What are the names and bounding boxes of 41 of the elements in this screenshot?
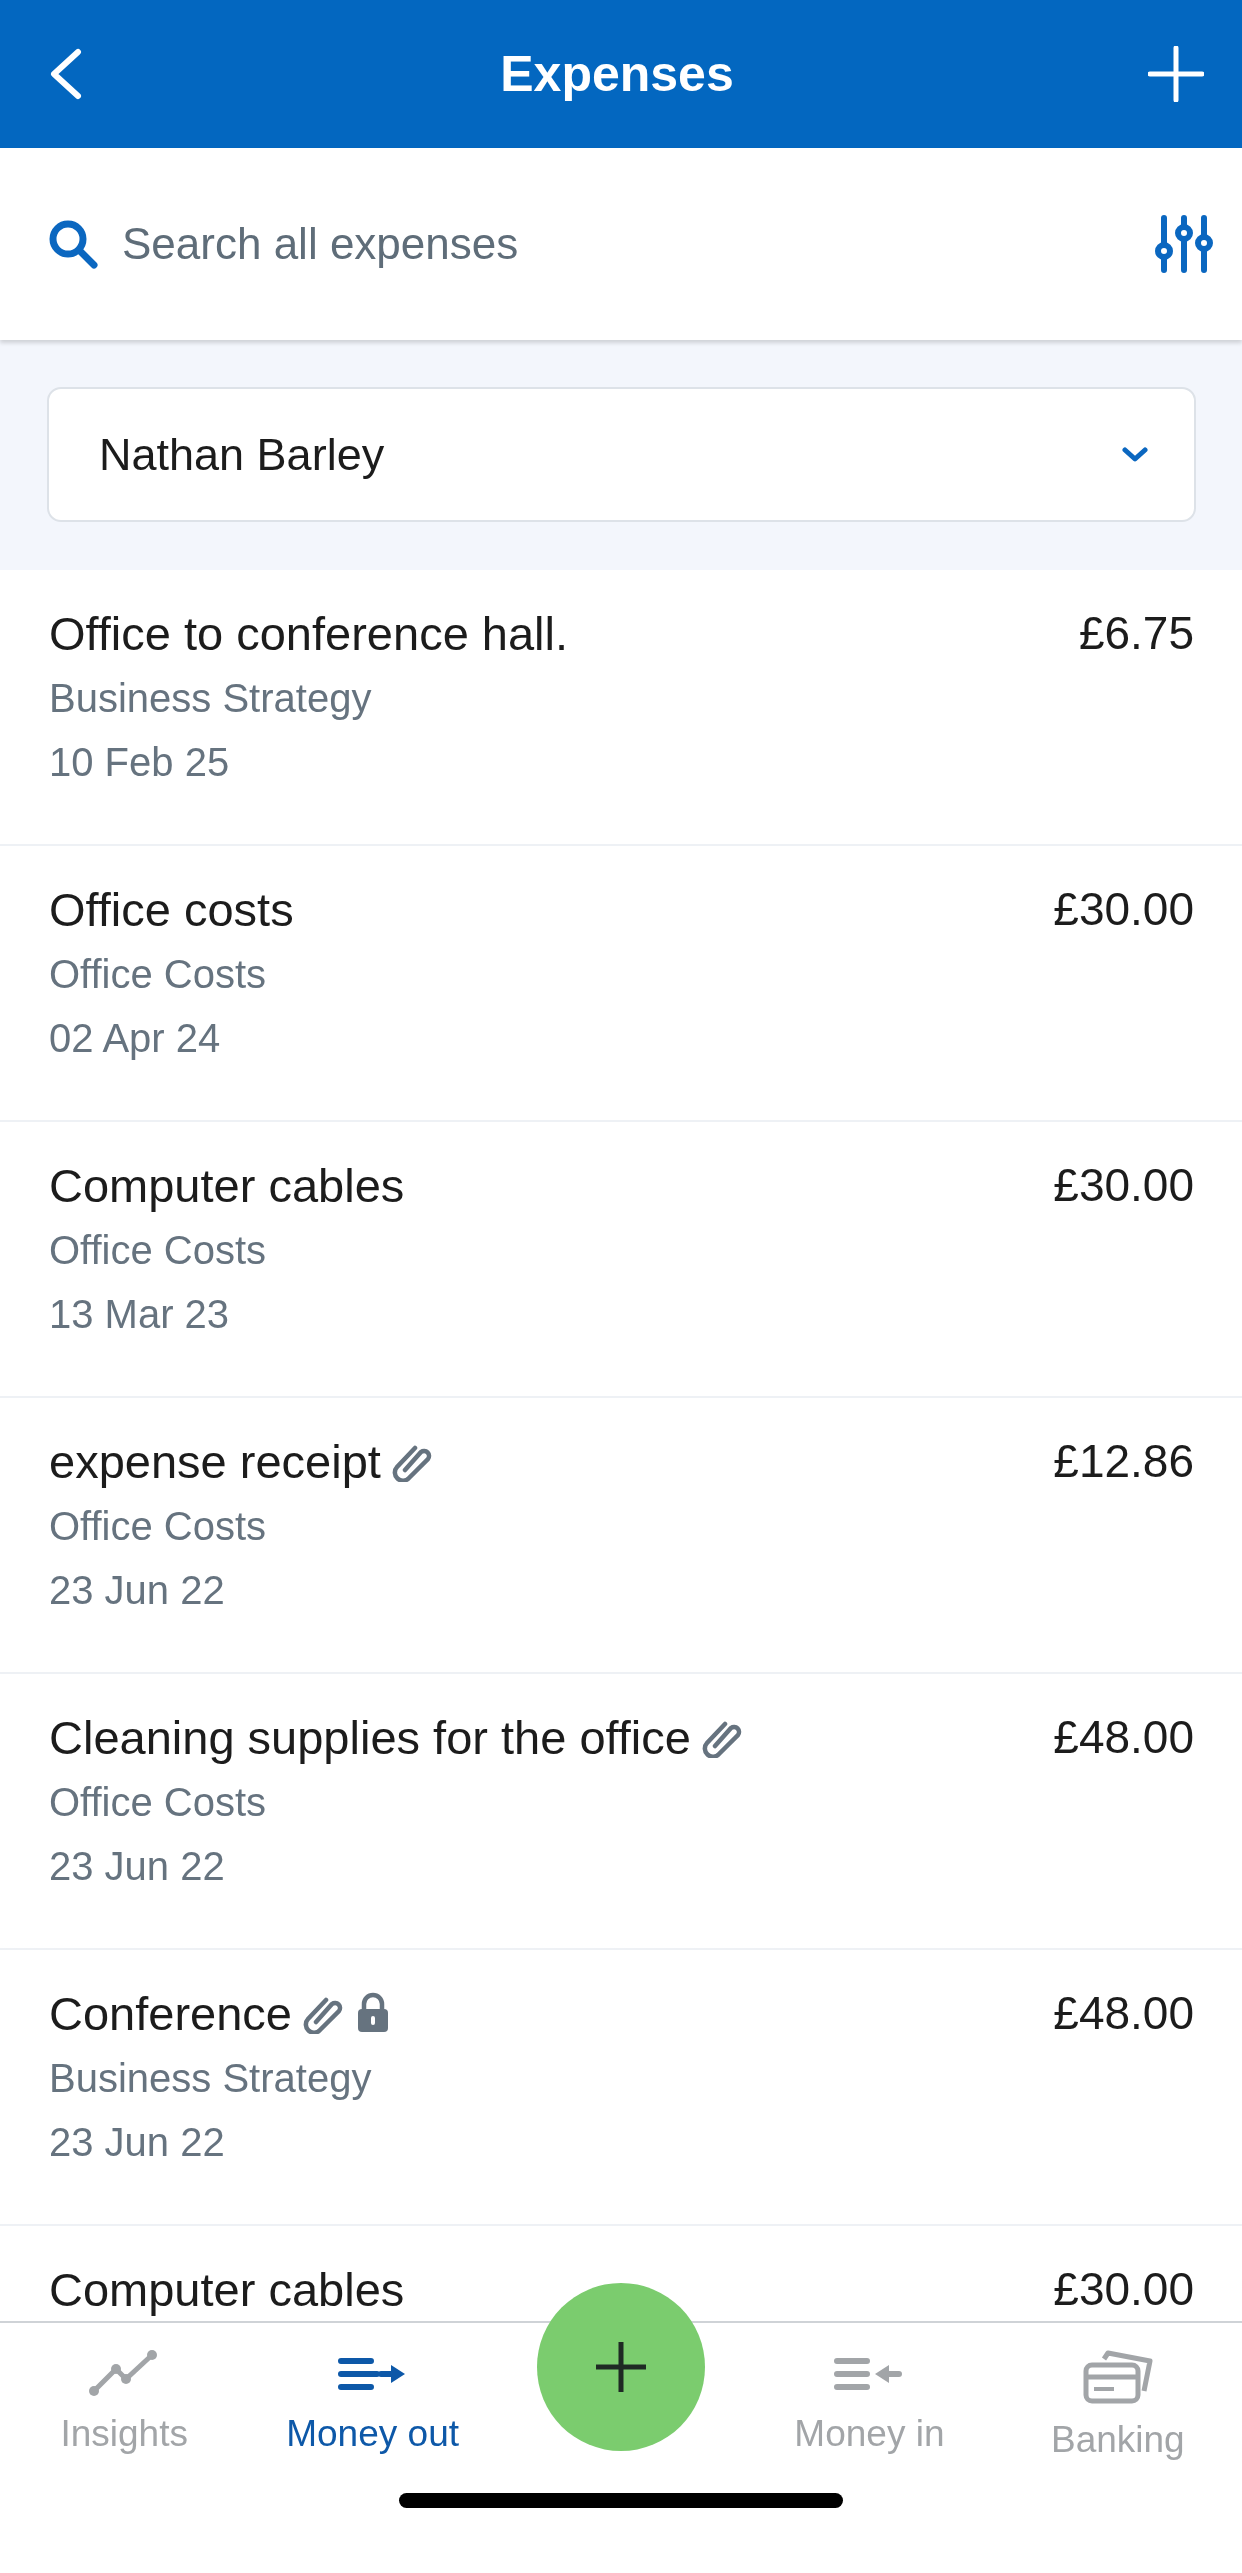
page-title: Expenses <box>500 45 734 103</box>
expense-category: Office Costs <box>49 1503 268 1550</box>
expense-row[interactable]: Office costs Office Costs 02 Apr 24 £30.00 <box>0 846 1242 1122</box>
expense-category: Business Strategy <box>49 675 373 722</box>
expense-date: 23 Jun 22 <box>49 1567 226 1614</box>
expense-amount: £48.00 <box>1053 1710 1194 1765</box>
expense-row[interactable]: Cleaning supplies for the office Office Costs 23 Jun 22 £48.00 <box>0 1674 1242 1950</box>
expense-title: expense receipt <box>49 1433 381 1489</box>
expense-row[interactable]: Conference Business Strategy 23 Jun 22 £48.00 <box>0 1950 1242 2226</box>
expense-title: Cleaning supplies for the office <box>49 1709 691 1765</box>
chevron-down-icon <box>1122 446 1148 463</box>
expense-date: 10 Feb 25 <box>49 739 231 786</box>
expense-amount: £12.86 <box>1053 1434 1194 1489</box>
expense-title: Computer cables <box>49 2261 405 2317</box>
expense-date: 23 Jun 22 <box>49 2119 226 2166</box>
expense-category: Office Costs <box>49 1227 268 1274</box>
expense-date: 13 Mar 23 <box>49 1291 231 1338</box>
plus-icon <box>1148 46 1204 102</box>
expense-category: Business Strategy <box>49 2055 373 2102</box>
search-icon <box>48 219 98 269</box>
person-dropdown[interactable]: Nathan Barley <box>47 387 1196 522</box>
expense-category: Office Costs <box>49 1779 268 1826</box>
nav-tab[interactable]: Money out <box>248 2323 497 2455</box>
expense-amount: £30.00 <box>1053 2262 1194 2317</box>
expense-amount: £48.00 <box>1053 1986 1194 2041</box>
plus-icon <box>594 2340 648 2394</box>
expense-row[interactable]: Computer cables Office Costs 13 Mar 23 £30.00 <box>0 1122 1242 1398</box>
expense-row[interactable]: Office to conference hall. Business Strategy 10 Feb 25 £6.75 <box>0 570 1242 846</box>
expense-amount: £30.00 <box>1053 1158 1194 1213</box>
dropdown-value: Nathan Barley <box>99 428 385 481</box>
expense-title: Office to conference hall. <box>49 605 569 661</box>
expense-amount: £6.75 <box>1078 606 1194 661</box>
expense-title: Computer cables <box>49 1157 405 1213</box>
expense-title: Office costs <box>49 881 294 937</box>
expense-amount: £30.00 <box>1053 882 1194 937</box>
expense-date: 02 Apr 24 <box>49 1015 222 1062</box>
expense-category: Office Costs <box>49 951 268 998</box>
expense-row[interactable]: expense receipt Office Costs 23 Jun 22 £12.86 <box>0 1398 1242 1674</box>
filter-sliders-icon[interactable] <box>1154 214 1214 274</box>
expense-title: Conference <box>49 1985 292 2041</box>
expense-date: 23 Jun 22 <box>49 1843 226 1890</box>
